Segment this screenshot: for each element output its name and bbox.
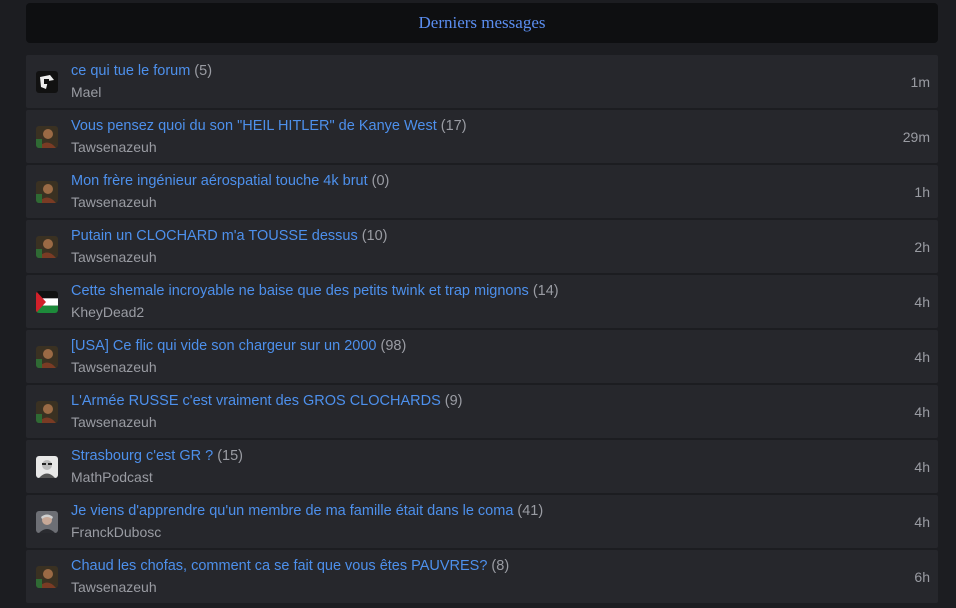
topic-time: 4h <box>914 404 930 420</box>
topic-title-link[interactable]: Putain un CLOCHARD m'a TOUSSE dessus <box>71 228 358 244</box>
topic-row[interactable]: Je viens d'apprendre qu'un membre de ma … <box>26 495 938 548</box>
topic-row[interactable]: Vous pensez quoi du son "HEIL HITLER" de… <box>26 110 938 163</box>
topic-author[interactable]: Mael <box>71 84 101 100</box>
topic-row[interactable]: Cette shemale incroyable ne baise que de… <box>26 275 938 328</box>
reply-count: (98) <box>380 338 407 354</box>
topic-author[interactable]: Tawsenazeuh <box>71 359 157 375</box>
topic-row[interactable]: Strasbourg c'est GR ? (15) MathPodcast 4h <box>26 440 938 493</box>
reply-count: (41) <box>517 503 544 519</box>
topic-author[interactable]: Tawsenazeuh <box>71 249 157 265</box>
topic-time: 4h <box>914 514 930 530</box>
topic-title-link[interactable]: ce qui tue le forum <box>71 63 190 79</box>
topic-author[interactable]: KheyDead2 <box>71 304 144 320</box>
topic-time: 4h <box>914 294 930 310</box>
topic-title-link[interactable]: Mon frère ingénieur aérospatial touche 4… <box>71 173 368 189</box>
reply-count: (0) <box>371 173 390 189</box>
topic-row[interactable]: Putain un CLOCHARD m'a TOUSSE dessus (10)… <box>26 220 938 273</box>
topic-time: 29m <box>902 129 930 145</box>
reply-count: (10) <box>361 228 388 244</box>
topic-row[interactable]: Chaud les chofas, comment ca se fait que… <box>26 550 938 603</box>
topic-title-link[interactable]: Vous pensez quoi du son "HEIL HITLER" de… <box>71 118 437 134</box>
topic-author[interactable]: Tawsenazeuh <box>71 194 157 210</box>
page: Derniers messages ce qui tue le forum (5)… <box>0 0 956 608</box>
topic-row[interactable]: [USA] Ce flic qui vide son chargeur sur … <box>26 330 938 383</box>
reply-count: (15) <box>217 448 243 464</box>
topic-row[interactable]: ce qui tue le forum (5) Mael 1m <box>26 55 938 108</box>
topic-time: 4h <box>914 349 930 365</box>
portrait-avatar-icon[interactable] <box>36 236 58 258</box>
topic-author[interactable]: Tawsenazeuh <box>71 579 157 595</box>
black-white-avatar-icon[interactable] <box>36 71 58 93</box>
flag-avatar-icon[interactable] <box>36 291 58 313</box>
portrait-avatar-icon[interactable] <box>36 181 58 203</box>
topic-author[interactable]: MathPodcast <box>71 469 153 485</box>
portrait-avatar-icon[interactable] <box>36 566 58 588</box>
gray-portrait-avatar-icon[interactable] <box>36 511 58 533</box>
reply-count: (8) <box>491 558 510 574</box>
reply-count: (14) <box>532 283 559 299</box>
topic-time: 4h <box>914 459 930 475</box>
topic-author[interactable]: Tawsenazeuh <box>71 414 157 430</box>
portrait-avatar-icon[interactable] <box>36 401 58 423</box>
reply-count: (17) <box>440 118 467 134</box>
portrait-avatar-icon[interactable] <box>36 346 58 368</box>
topic-time: 6h <box>914 569 930 585</box>
latest-messages-header: Derniers messages <box>26 3 938 43</box>
topic-title-link[interactable]: Cette shemale incroyable ne baise que de… <box>71 283 529 299</box>
topic-row[interactable]: L'Armée RUSSE c'est vraiment des GROS CL… <box>26 385 938 438</box>
topic-title-link[interactable]: L'Armée RUSSE c'est vraiment des GROS CL… <box>71 393 441 409</box>
header-title: Derniers messages <box>418 13 546 32</box>
topic-title-link[interactable]: Je viens d'apprendre qu'un membre de ma … <box>71 503 513 519</box>
topic-author[interactable]: FranckDubosc <box>71 524 161 540</box>
reply-count: (9) <box>444 393 463 409</box>
reply-count: (5) <box>194 63 213 79</box>
topic-title-link[interactable]: Strasbourg c'est GR ? <box>71 448 213 464</box>
portrait-avatar-icon[interactable] <box>36 126 58 148</box>
topic-time: 2h <box>914 239 930 255</box>
topic-list: ce qui tue le forum (5) Mael 1m Vous pens… <box>26 55 938 605</box>
topic-time: 1h <box>914 184 930 200</box>
topic-title-link[interactable]: Chaud les chofas, comment ca se fait que… <box>71 558 487 574</box>
topic-time: 1m <box>910 74 930 90</box>
topic-title-link[interactable]: [USA] Ce flic qui vide son chargeur sur … <box>71 338 376 354</box>
topic-row[interactable]: Mon frère ingénieur aérospatial touche 4… <box>26 165 938 218</box>
topic-author[interactable]: Tawsenazeuh <box>71 139 157 155</box>
face-sketch-avatar-icon[interactable] <box>36 456 58 478</box>
